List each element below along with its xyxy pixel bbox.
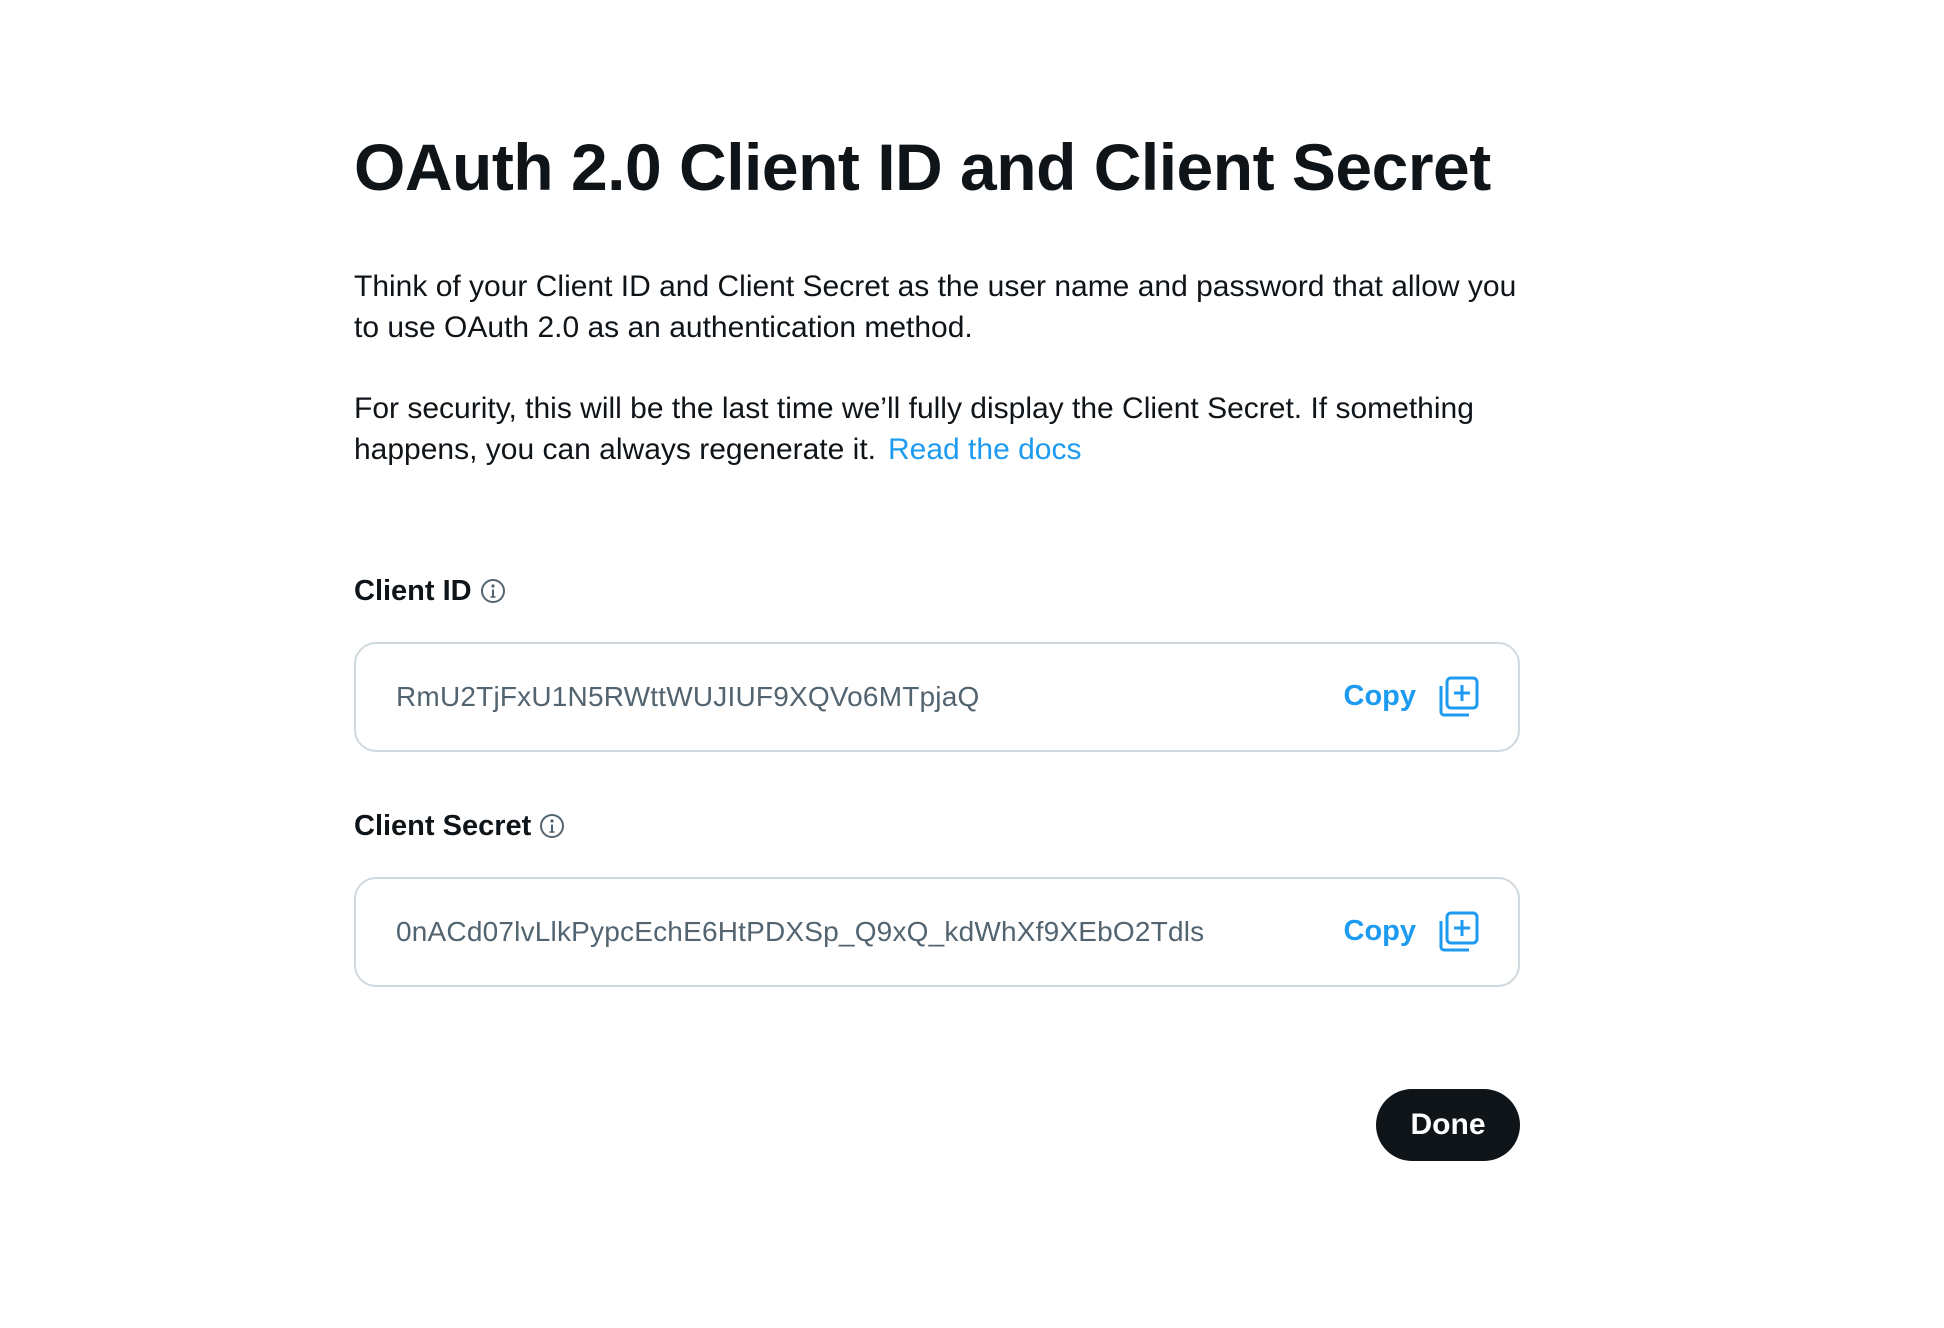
client-id-label-row: Client ID	[354, 575, 1524, 608]
client-secret-label-row: Client Secret	[354, 810, 1524, 843]
copy-icon[interactable]	[1436, 910, 1480, 954]
client-id-copy-button[interactable]: Copy	[1344, 675, 1481, 719]
client-id-label: Client ID	[354, 574, 472, 607]
dialog-actions: Done	[354, 1088, 1524, 1161]
client-secret-field[interactable]: 0nACd07lvLlkPypcEchE6HtPDXSp_Q9xQ_kdWhXf…	[354, 876, 1520, 987]
client-secret-copy-button[interactable]: Copy	[1344, 910, 1481, 954]
security-note: For security, this will be the last time…	[354, 388, 1524, 470]
client-secret-label: Client Secret	[354, 809, 532, 842]
copy-label[interactable]: Copy	[1344, 915, 1417, 948]
info-icon[interactable]	[539, 813, 565, 839]
copy-icon[interactable]	[1436, 675, 1480, 719]
copy-label[interactable]: Copy	[1344, 680, 1417, 713]
oauth-credentials-dialog: OAuth 2.0 Client ID and Client Secret Th…	[354, 130, 1524, 1161]
page-title: OAuth 2.0 Client ID and Client Secret	[354, 130, 1491, 204]
client-secret-value[interactable]: 0nACd07lvLlkPypcEchE6HtPDXSp_Q9xQ_kdWhXf…	[396, 916, 1204, 948]
client-id-value[interactable]: RmU2TjFxU1N5RWttWUJIUF9XQVo6MTpjaQ	[396, 681, 979, 713]
done-button[interactable]: Done	[1376, 1088, 1520, 1161]
client-id-field[interactable]: RmU2TjFxU1N5RWttWUJIUF9XQVo6MTpjaQ Copy	[354, 641, 1520, 752]
info-icon[interactable]	[480, 578, 506, 604]
intro-text: Think of your Client ID and Client Secre…	[354, 269, 1517, 344]
read-docs-link[interactable]: Read the docs	[888, 433, 1081, 466]
